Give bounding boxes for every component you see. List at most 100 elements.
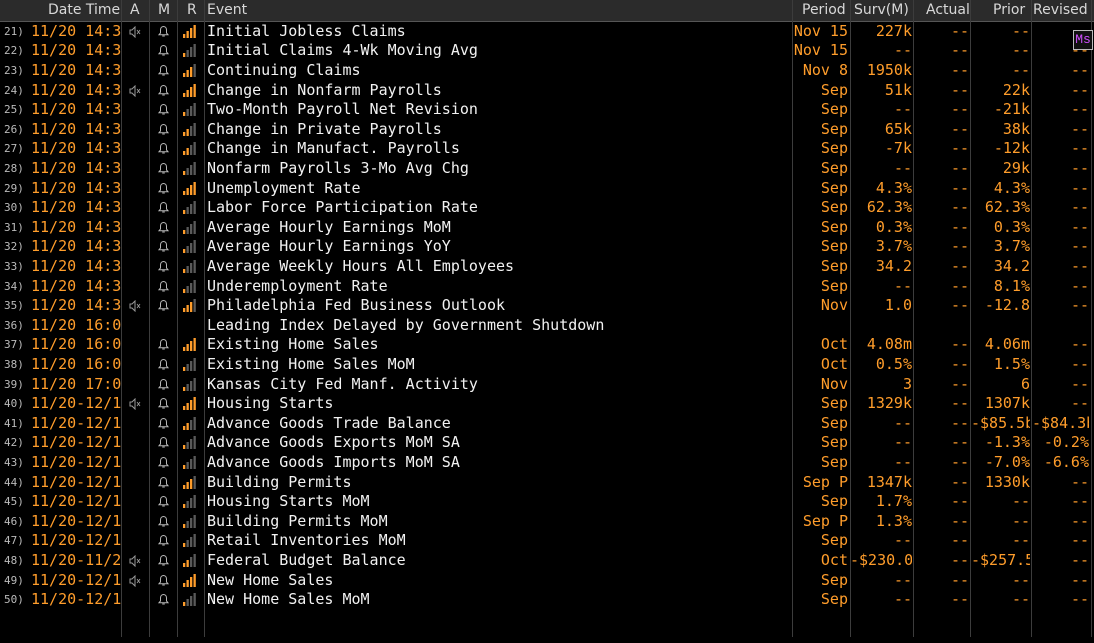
ms-badge[interactable]: Ms: [1073, 30, 1093, 50]
table-row[interactable]: 41) 11/20-12/19 Advance Goods Trade Balanc…: [0, 414, 1094, 434]
table-row[interactable]: 50) 11/20-12/19 New Home Sales MoM Sep -- -- -…: [0, 590, 1094, 610]
table-row[interactable]: 34) 11/20 14:30 Underemployment Rate Sep -- -…: [0, 277, 1094, 297]
table-row[interactable]: 22) 11/20 14:30 Initial Claims 4-Wk Moving…: [0, 41, 1094, 61]
col-header-actual[interactable]: Actual: [926, 2, 970, 18]
row-number: 46): [4, 514, 24, 528]
table-row[interactable]: 39) 11/20 17:00 Kansas City Fed Manf. Acti…: [0, 375, 1094, 395]
table-row[interactable]: 33) 11/20 14:30 Average Weekly Hours All E…: [0, 257, 1094, 277]
revised-value: -0.2%: [1043, 433, 1089, 452]
event-datetime: 11/20 16:00: [31, 355, 121, 373]
table-row[interactable]: 49) 11/20-12/19 New Home Sales Sep -- -- -- --: [0, 571, 1094, 591]
bell-icon[interactable]: [157, 593, 170, 606]
bell-icon[interactable]: [157, 123, 170, 136]
event-period: Sep P: [802, 511, 848, 530]
speaker-alert-icon[interactable]: [129, 84, 141, 97]
table-row[interactable]: 35) 11/20 14:30 Philadelphia Fed Business …: [0, 296, 1094, 316]
col-header-period[interactable]: Period: [802, 2, 846, 18]
table-row[interactable]: 36) 11/20 16:00 Leading Index Delayed by …: [0, 316, 1094, 336]
table-row[interactable]: 31) 11/20 14:30 Average Hourly Earnings Mo…: [0, 218, 1094, 238]
table-row[interactable]: 45) 11/20-12/19 Housing Starts MoM Sep 1.7% -…: [0, 492, 1094, 512]
col-header-prior[interactable]: Prior: [993, 2, 1025, 18]
row-number: 28): [4, 162, 24, 175]
table-row[interactable]: 48) 11/20-11/21 Federal Budget Balance Oct -…: [0, 551, 1094, 571]
bell-icon[interactable]: [157, 162, 170, 175]
prior-value: 4.3%: [993, 178, 1030, 197]
table-row[interactable]: 44) 11/20-12/19 Building Permits Sep P 1347k…: [0, 473, 1094, 493]
event-name: Leading Index Delayed by Government Shut…: [207, 315, 605, 334]
table-row[interactable]: 25) 11/20 14:30 Two-Month Payroll Net Revi…: [0, 100, 1094, 120]
bell-icon[interactable]: [157, 84, 170, 97]
survey-value: 1.7%: [875, 492, 912, 511]
speaker-alert-icon[interactable]: [129, 300, 141, 313]
bell-icon[interactable]: [157, 103, 170, 116]
event-name: Philadelphia Fed Business Outlook: [207, 296, 506, 315]
table-row[interactable]: 40) 11/20-12/19 Housing Starts Sep 1329k -- 13…: [0, 394, 1094, 414]
table-row[interactable]: 24) 11/20 14:30 Change in Nonfarm Payrolls…: [0, 81, 1094, 101]
relevance-bars-icon: [183, 279, 196, 293]
col-header-monitor[interactable]: M: [158, 2, 170, 18]
table-row[interactable]: 29) 11/20 14:30 Unemployment Rate Sep 4.3% --…: [0, 179, 1094, 199]
table-row[interactable]: 30) 11/20 14:30 Labor Force Participation …: [0, 198, 1094, 218]
bell-icon[interactable]: [157, 44, 170, 57]
col-header-event[interactable]: Event: [207, 2, 247, 18]
bell-icon[interactable]: [157, 240, 170, 253]
speaker-alert-icon[interactable]: [129, 555, 141, 567]
event-datetime: 11/20-12/19: [31, 511, 121, 530]
bell-icon[interactable]: [157, 338, 170, 351]
bell-icon[interactable]: [157, 221, 170, 234]
bell-icon[interactable]: [157, 358, 170, 371]
table-row[interactable]: 32) 11/20 14:30 Average Hourly Earnings Yo…: [0, 237, 1094, 257]
revised-value: --: [1070, 511, 1089, 530]
bell-icon[interactable]: [157, 436, 170, 449]
speaker-alert-icon[interactable]: [129, 574, 141, 587]
bell-icon[interactable]: [157, 280, 170, 293]
col-header-survey[interactable]: Surv(M): [854, 2, 909, 18]
bell-icon[interactable]: [157, 182, 170, 195]
bell-icon[interactable]: [157, 260, 170, 273]
table-row[interactable]: 26) 11/20 14:30 Change in Private Payrolls…: [0, 120, 1094, 140]
table-row[interactable]: 43) 11/20-12/19 Advance Goods Imports MoM …: [0, 453, 1094, 473]
table-row[interactable]: 21) 11/20 14:30 Initial Jobless Claims Nov …: [0, 22, 1094, 42]
event-period: Nov: [820, 296, 848, 315]
revised-value: --: [1070, 531, 1089, 550]
bell-icon[interactable]: [157, 456, 170, 469]
bell-icon[interactable]: [157, 515, 170, 528]
row-number: 21): [4, 24, 24, 38]
col-header-alert[interactable]: A: [130, 2, 140, 18]
bell-icon[interactable]: [157, 397, 170, 410]
bell-icon[interactable]: [157, 378, 170, 391]
table-row[interactable]: 47) 11/20-12/19 Retail Inventories MoM Sep -…: [0, 531, 1094, 551]
table-row[interactable]: 38) 11/20 16:00 Existing Home Sales MoM Oct…: [0, 355, 1094, 375]
col-header-relevance[interactable]: R: [187, 2, 197, 18]
relevance-bars-icon: [183, 181, 196, 195]
actual-value: --: [950, 531, 969, 550]
bell-icon[interactable]: [157, 417, 170, 430]
bell-icon[interactable]: [157, 534, 170, 547]
bell-icon[interactable]: [157, 25, 170, 38]
col-header-revised[interactable]: Revised: [1033, 2, 1088, 18]
speaker-alert-icon[interactable]: [129, 25, 141, 38]
col-header-datetime[interactable]: Date Time: [48, 2, 120, 18]
table-row[interactable]: 46) 11/20-12/19 Building Permits MoM Sep P 1…: [0, 512, 1094, 532]
speaker-alert-icon[interactable]: [129, 398, 141, 411]
table-row[interactable]: 28) 11/20 14:30 Nonfarm Payrolls 3-Mo Avg …: [0, 159, 1094, 179]
bell-icon[interactable]: [157, 554, 170, 567]
event-datetime: 11/20-12/19: [31, 531, 121, 550]
table-row[interactable]: 42) 11/20-12/19 Advance Goods Exports MoM …: [0, 433, 1094, 453]
row-number: 35): [4, 299, 24, 313]
revised-value: --: [1070, 492, 1089, 511]
event-name: Federal Budget Balance: [207, 551, 406, 569]
bell-icon[interactable]: [157, 201, 170, 214]
table-row[interactable]: 27) 11/20 14:30 Change in Manufact. Payrol…: [0, 139, 1094, 159]
bell-icon[interactable]: [157, 299, 170, 312]
event-datetime: 11/20-12/19: [31, 433, 121, 452]
event-datetime: 11/20 14:30: [31, 21, 121, 40]
bell-icon[interactable]: [157, 495, 170, 508]
bell-icon[interactable]: [157, 64, 170, 77]
bell-icon[interactable]: [157, 574, 170, 587]
bell-icon[interactable]: [157, 476, 170, 489]
table-row[interactable]: 23) 11/20 14:30 Continuing Claims Nov 8 1950…: [0, 61, 1094, 81]
bell-icon[interactable]: [157, 142, 170, 155]
event-period: Sep: [820, 453, 848, 471]
table-row[interactable]: 37) 11/20 16:00 Existing Home Sales Oct 4.08…: [0, 335, 1094, 355]
